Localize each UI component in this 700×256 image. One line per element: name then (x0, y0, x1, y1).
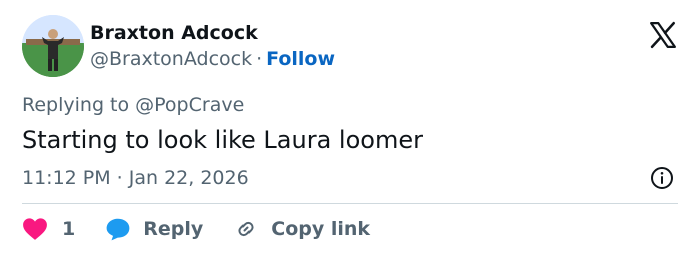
timestamp[interactable]: 11:12 PM · Jan 22, 2026 (22, 165, 249, 191)
reply-label: Reply (143, 218, 204, 240)
divider (22, 203, 678, 204)
avatar[interactable] (22, 15, 84, 77)
replying-to[interactable]: Replying to @PopCrave (22, 92, 244, 118)
like-count: 1 (62, 218, 76, 240)
reply-button[interactable]: Reply (105, 217, 203, 241)
follow-button[interactable]: Follow (266, 48, 335, 70)
info-icon[interactable] (650, 166, 674, 190)
tweet-text: Starting to look like Laura loomer (22, 126, 423, 154)
author-handle-line: @BraxtonAdcock · Follow (90, 46, 335, 72)
action-bar: 1 Reply Copy link (22, 214, 370, 244)
copy-link-label: Copy link (271, 218, 371, 240)
x-logo-icon[interactable] (648, 20, 678, 50)
like-button[interactable]: 1 (22, 217, 75, 241)
separator-dot: · (256, 48, 263, 70)
copy-link-button[interactable]: Copy link (233, 217, 370, 241)
author-name[interactable]: Braxton Adcock (90, 20, 258, 46)
link-icon (238, 221, 254, 237)
avatar-image (22, 15, 84, 77)
reply-bubble-icon (106, 218, 130, 241)
tweet-card: Braxton Adcock @BraxtonAdcock · Follow Rep… (0, 0, 700, 256)
author-handle[interactable]: @BraxtonAdcock (90, 48, 252, 70)
heart-icon (23, 218, 47, 240)
